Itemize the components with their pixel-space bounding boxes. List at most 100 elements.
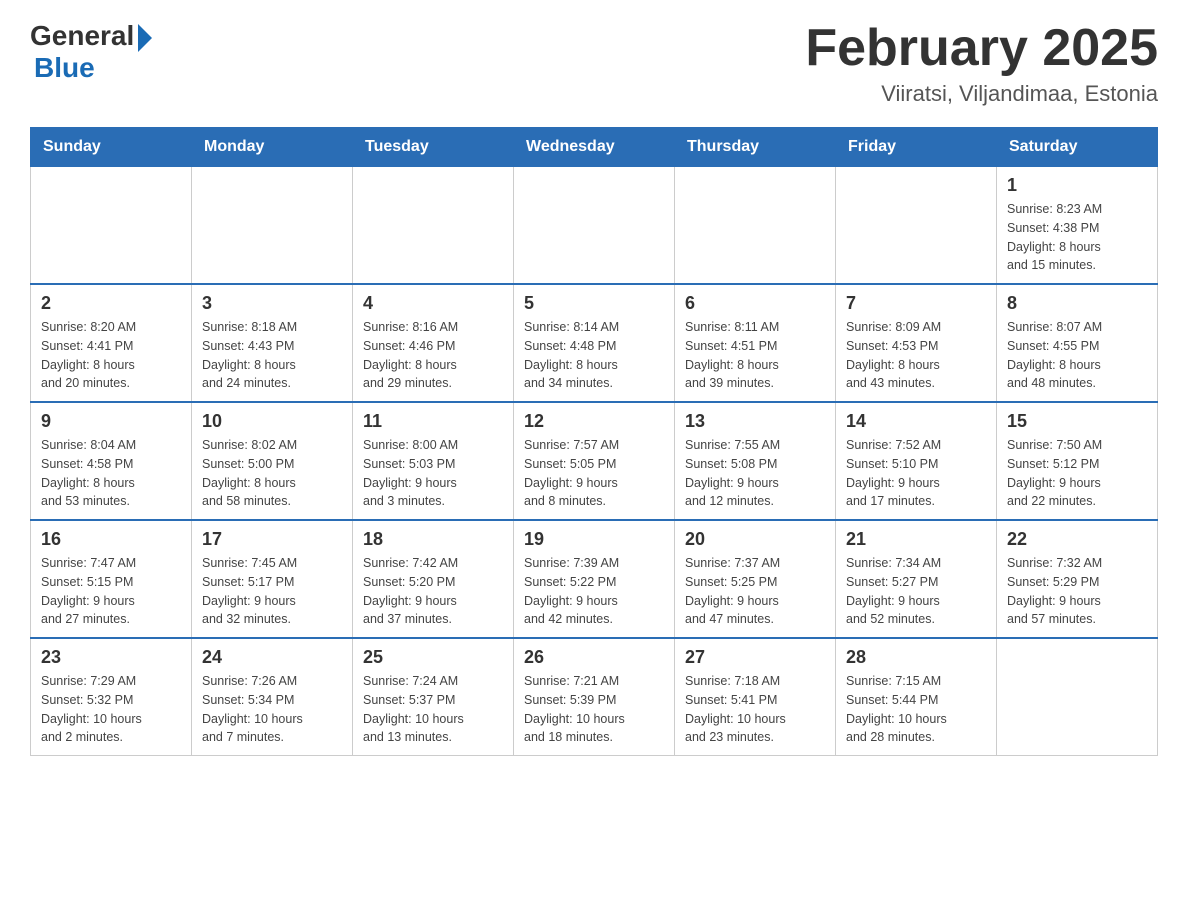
day-number: 8 [1007, 293, 1147, 314]
day-header-tuesday: Tuesday [353, 128, 514, 167]
day-info: Sunrise: 8:04 AMSunset: 4:58 PMDaylight:… [41, 436, 181, 511]
day-header-thursday: Thursday [675, 128, 836, 167]
calendar-cell: 12 Sunrise: 7:57 AMSunset: 5:05 PMDayligh… [514, 402, 675, 520]
logo-triangle-icon [138, 24, 152, 52]
calendar-header-row: SundayMondayTuesdayWednesdayThursdayFrid… [31, 128, 1158, 167]
calendar-cell: 3 Sunrise: 8:18 AMSunset: 4:43 PMDaylight… [192, 284, 353, 402]
day-info: Sunrise: 8:23 AMSunset: 4:38 PMDaylight:… [1007, 200, 1147, 275]
day-info: Sunrise: 7:57 AMSunset: 5:05 PMDaylight:… [524, 436, 664, 511]
day-info: Sunrise: 7:45 AMSunset: 5:17 PMDaylight:… [202, 554, 342, 629]
day-info: Sunrise: 8:20 AMSunset: 4:41 PMDaylight:… [41, 318, 181, 393]
day-number: 25 [363, 647, 503, 668]
day-number: 18 [363, 529, 503, 550]
day-info: Sunrise: 8:02 AMSunset: 5:00 PMDaylight:… [202, 436, 342, 511]
calendar-cell: 17Sunrise: 7:45 AMSunset: 5:17 PMDayligh… [192, 520, 353, 638]
calendar-cell: 4 Sunrise: 8:16 AMSunset: 4:46 PMDaylight… [353, 284, 514, 402]
calendar-cell: 28 Sunrise: 7:15 AMSunset: 5:44 PMDayligh… [836, 638, 997, 756]
day-info: Sunrise: 8:09 AMSunset: 4:53 PMDaylight:… [846, 318, 986, 393]
day-header-saturday: Saturday [997, 128, 1158, 167]
calendar-cell [836, 167, 997, 285]
calendar-cell: 25 Sunrise: 7:24 AMSunset: 5:37 PMDayligh… [353, 638, 514, 756]
day-info: Sunrise: 7:32 AMSunset: 5:29 PMDaylight:… [1007, 554, 1147, 629]
calendar-cell: 7 Sunrise: 8:09 AMSunset: 4:53 PMDaylight… [836, 284, 997, 402]
calendar-cell [353, 167, 514, 285]
calendar-cell: 10 Sunrise: 8:02 AMSunset: 5:00 PMDayligh… [192, 402, 353, 520]
calendar-cell: 22 Sunrise: 7:32 AMSunset: 5:29 PMDayligh… [997, 520, 1158, 638]
logo: General Blue [30, 20, 152, 84]
day-number: 11 [363, 411, 503, 432]
day-info: Sunrise: 7:34 AMSunset: 5:27 PMDaylight:… [846, 554, 986, 629]
calendar-cell: 8 Sunrise: 8:07 AMSunset: 4:55 PMDaylight… [997, 284, 1158, 402]
calendar-cell: 19 Sunrise: 7:39 AMSunset: 5:22 PMDayligh… [514, 520, 675, 638]
page-header: General Blue February 2025 Viiratsi, Vil… [30, 20, 1158, 107]
calendar-cell: 9 Sunrise: 8:04 AMSunset: 4:58 PMDaylight… [31, 402, 192, 520]
day-header-monday: Monday [192, 128, 353, 167]
day-number: 24 [202, 647, 342, 668]
calendar-table: SundayMondayTuesdayWednesdayThursdayFrid… [30, 127, 1158, 756]
calendar-cell: 2 Sunrise: 8:20 AMSunset: 4:41 PMDaylight… [31, 284, 192, 402]
day-number: 22 [1007, 529, 1147, 550]
day-info: Sunrise: 7:37 AMSunset: 5:25 PMDaylight:… [685, 554, 825, 629]
day-info: Sunrise: 8:07 AMSunset: 4:55 PMDaylight:… [1007, 318, 1147, 393]
calendar-cell: 14Sunrise: 7:52 AMSunset: 5:10 PMDayligh… [836, 402, 997, 520]
day-info: Sunrise: 7:15 AMSunset: 5:44 PMDaylight:… [846, 672, 986, 747]
calendar-week-row: 16Sunrise: 7:47 AMSunset: 5:15 PMDayligh… [31, 520, 1158, 638]
calendar-cell: 20 Sunrise: 7:37 AMSunset: 5:25 PMDayligh… [675, 520, 836, 638]
calendar-cell: 1Sunrise: 8:23 AMSunset: 4:38 PMDaylight… [997, 167, 1158, 285]
location-title: Viiratsi, Viljandimaa, Estonia [805, 81, 1158, 107]
day-number: 9 [41, 411, 181, 432]
day-info: Sunrise: 7:55 AMSunset: 5:08 PMDaylight:… [685, 436, 825, 511]
day-header-friday: Friday [836, 128, 997, 167]
calendar-cell: 16Sunrise: 7:47 AMSunset: 5:15 PMDayligh… [31, 520, 192, 638]
day-number: 26 [524, 647, 664, 668]
day-info: Sunrise: 7:21 AMSunset: 5:39 PMDaylight:… [524, 672, 664, 747]
day-number: 2 [41, 293, 181, 314]
day-info: Sunrise: 8:16 AMSunset: 4:46 PMDaylight:… [363, 318, 503, 393]
calendar-week-row: 1Sunrise: 8:23 AMSunset: 4:38 PMDaylight… [31, 167, 1158, 285]
logo-general-text: General [30, 20, 134, 52]
day-info: Sunrise: 7:42 AMSunset: 5:20 PMDaylight:… [363, 554, 503, 629]
day-number: 28 [846, 647, 986, 668]
day-header-wednesday: Wednesday [514, 128, 675, 167]
day-number: 19 [524, 529, 664, 550]
day-info: Sunrise: 7:24 AMSunset: 5:37 PMDaylight:… [363, 672, 503, 747]
day-number: 20 [685, 529, 825, 550]
day-number: 6 [685, 293, 825, 314]
day-number: 5 [524, 293, 664, 314]
day-info: Sunrise: 8:11 AMSunset: 4:51 PMDaylight:… [685, 318, 825, 393]
calendar-cell: 21 Sunrise: 7:34 AMSunset: 5:27 PMDayligh… [836, 520, 997, 638]
calendar-cell [31, 167, 192, 285]
calendar-cell: 27Sunrise: 7:18 AMSunset: 5:41 PMDayligh… [675, 638, 836, 756]
month-title: February 2025 [805, 20, 1158, 77]
day-number: 21 [846, 529, 986, 550]
calendar-cell: 6 Sunrise: 8:11 AMSunset: 4:51 PMDaylight… [675, 284, 836, 402]
day-info: Sunrise: 7:47 AMSunset: 5:15 PMDaylight:… [41, 554, 181, 629]
calendar-week-row: 23 Sunrise: 7:29 AMSunset: 5:32 PMDayligh… [31, 638, 1158, 756]
day-number: 12 [524, 411, 664, 432]
day-number: 4 [363, 293, 503, 314]
title-section: February 2025 Viiratsi, Viljandimaa, Est… [805, 20, 1158, 107]
day-info: Sunrise: 7:50 AMSunset: 5:12 PMDaylight:… [1007, 436, 1147, 511]
day-info: Sunrise: 7:29 AMSunset: 5:32 PMDaylight:… [41, 672, 181, 747]
day-info: Sunrise: 8:14 AMSunset: 4:48 PMDaylight:… [524, 318, 664, 393]
calendar-cell [192, 167, 353, 285]
day-number: 15 [1007, 411, 1147, 432]
day-info: Sunrise: 7:39 AMSunset: 5:22 PMDaylight:… [524, 554, 664, 629]
day-info: Sunrise: 7:26 AMSunset: 5:34 PMDaylight:… [202, 672, 342, 747]
calendar-week-row: 2 Sunrise: 8:20 AMSunset: 4:41 PMDaylight… [31, 284, 1158, 402]
day-header-sunday: Sunday [31, 128, 192, 167]
logo-blue-text: Blue [34, 52, 95, 84]
day-number: 3 [202, 293, 342, 314]
day-number: 23 [41, 647, 181, 668]
day-number: 10 [202, 411, 342, 432]
calendar-cell [675, 167, 836, 285]
calendar-cell: 26 Sunrise: 7:21 AMSunset: 5:39 PMDayligh… [514, 638, 675, 756]
calendar-cell: 11 Sunrise: 8:00 AMSunset: 5:03 PMDayligh… [353, 402, 514, 520]
day-info: Sunrise: 8:18 AMSunset: 4:43 PMDaylight:… [202, 318, 342, 393]
day-number: 7 [846, 293, 986, 314]
day-info: Sunrise: 8:00 AMSunset: 5:03 PMDaylight:… [363, 436, 503, 511]
calendar-cell: 5 Sunrise: 8:14 AMSunset: 4:48 PMDaylight… [514, 284, 675, 402]
day-info: Sunrise: 7:18 AMSunset: 5:41 PMDaylight:… [685, 672, 825, 747]
calendar-cell [514, 167, 675, 285]
calendar-week-row: 9 Sunrise: 8:04 AMSunset: 4:58 PMDaylight… [31, 402, 1158, 520]
